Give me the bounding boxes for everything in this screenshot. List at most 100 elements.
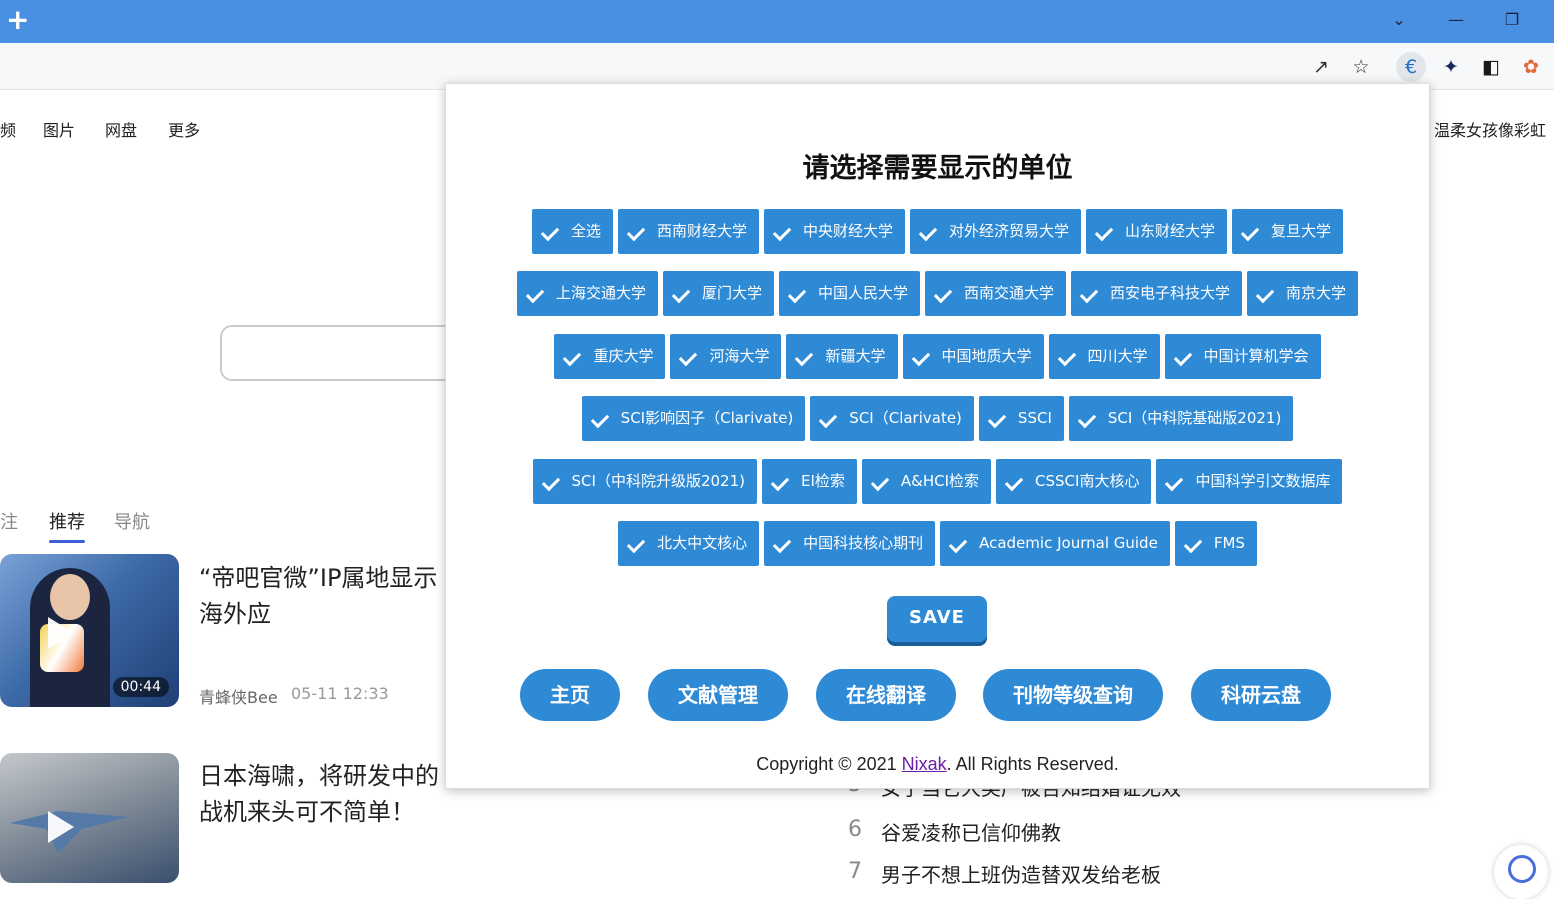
chip-label: 南京大学 [1286,284,1347,302]
feed-headline[interactable]: 日本海啸，将研发中的战机来头可不简单！ [199,758,449,830]
checkmark-icon [673,285,691,303]
unit-checkbox-chip[interactable]: 全选 [531,209,613,254]
unit-checkbox-chip[interactable]: A&HCI检索 [861,459,992,504]
play-icon[interactable] [48,617,74,649]
tab-follow[interactable]: 注 [0,508,18,534]
checkmark-icon [542,223,560,241]
chip-label: 西安电子科技大学 [1110,284,1231,302]
unit-checkbox-chip[interactable]: 山东财经大学 [1086,209,1228,254]
chip-label: 新疆大学 [825,347,886,365]
unit-checkbox-chip[interactable]: 新疆大学 [786,334,898,379]
unit-checkbox-chip[interactable]: SCI（中科院基础版2021) [1068,396,1294,441]
floating-action-button[interactable] [1494,845,1548,899]
chip-row: SCI影响因子（Clarivate) SCI（Clarivate) SSCI SCI（… [446,396,1429,441]
unit-checkbox-chip[interactable]: 北大中文核心 [618,521,760,566]
nav-link-netdisk[interactable]: 网盘 [105,117,137,141]
unit-checkbox-chip[interactable]: 上海交通大学 [516,271,658,316]
research-cloud-button[interactable]: 科研云盘 [1191,669,1331,721]
checkmark-icon [1166,473,1184,491]
chip-row: 北大中文核心 中国科技核心期刊 Academic Journal Guide FMS [446,521,1429,566]
checkmark-icon [628,223,646,241]
checkmark-icon [796,348,814,366]
nav-link-more[interactable]: 更多 [168,117,200,141]
chip-label: A&HCI检索 [900,472,980,490]
feed-author[interactable]: 青蜂侠Bee [199,684,278,708]
save-button[interactable]: SAVE [887,596,987,642]
checkmark-icon [913,348,931,366]
hot-rank-title[interactable]: 谷爱凌称已信仰佛教 [881,817,1061,846]
unit-checkbox-chip[interactable]: 河海大学 [670,334,782,379]
new-tab-button[interactable]: + [6,4,29,36]
checkmark-icon [950,535,968,553]
chip-row: 全选 西南财经大学 中央财经大学 对外经济贸易大学 山东财经大学 复旦大学 [446,209,1429,254]
extension-icon[interactable]: € [1396,52,1426,82]
unit-checkbox-chip[interactable]: 南京大学 [1247,271,1359,316]
online-translate-button[interactable]: 在线翻译 [816,669,956,721]
extension-popup: 请选择需要显示的单位 全选 西南财经大学 中央财经大学 对外经济贸易大学 山东财经大学 复… [445,83,1430,789]
hot-search-link[interactable]: 温柔女孩像彩虹 [1434,117,1546,141]
unit-checkbox-chip[interactable]: 中国科技核心期刊 [764,521,936,566]
checkmark-icon [989,410,1007,428]
checkmark-icon [1242,223,1260,241]
star-icon[interactable]: ☆ [1346,52,1376,82]
chevron-down-icon[interactable]: ⌄ [1384,8,1414,32]
minimize-icon[interactable]: — [1441,8,1471,32]
nav-link-video[interactable]: 频 [0,117,16,141]
unit-checkbox-chip[interactable]: SCI影响因子（Clarivate) [581,396,806,441]
tab-navigation[interactable]: 导航 [114,508,150,534]
profile-icon[interactable]: ✿ [1516,52,1546,82]
chip-label: 山东财经大学 [1125,222,1216,240]
hot-rank-title[interactable]: 男子不想上班伪造替双发给老板 [881,859,1161,888]
video-thumbnail[interactable]: 00:44 [0,554,179,707]
chip-row: SCI（中科院升级版2021) EI检索 A&HCI检索 CSSCI南大核心 中国科学引… [446,459,1429,504]
literature-management-button[interactable]: 文献管理 [648,669,788,721]
unit-checkbox-chip[interactable]: 重庆大学 [554,334,666,379]
unit-checkbox-chip[interactable]: 复旦大学 [1232,209,1344,254]
puzzle-icon[interactable]: ✦ [1436,52,1466,82]
hot-rank-number: 6 [848,817,862,842]
checkmark-icon [1059,348,1077,366]
unit-checkbox-chip[interactable]: SCI（Clarivate) [810,396,974,441]
refresh-icon [1508,855,1536,883]
chip-label: CSSCI南大核心 [1035,472,1140,490]
chip-row: 上海交通大学 厦门大学 中国人民大学 西南交通大学 西安电子科技大学 南京大学 [446,271,1429,316]
unit-checkbox-chip[interactable]: 厦门大学 [662,271,774,316]
nav-link-images[interactable]: 图片 [43,117,75,141]
unit-checkbox-chip[interactable]: EI检索 [761,459,857,504]
feed-headline[interactable]: “帝吧官微”IP属地显示海外应 [199,560,449,632]
home-button[interactable]: 主页 [520,669,620,721]
play-icon[interactable] [48,811,74,843]
chip-label: SSCI [1017,409,1052,427]
checkmark-icon [772,473,790,491]
unit-checkbox-chip[interactable]: CSSCI南大核心 [996,459,1152,504]
chip-label: 中国地质大学 [941,347,1032,365]
unit-checkbox-chip[interactable]: 中国地质大学 [902,334,1044,379]
chip-label: 北大中文核心 [657,534,748,552]
checkmark-icon [592,410,610,428]
nixak-link[interactable]: Nixak [902,754,947,774]
unit-checkbox-chip[interactable]: FMS [1174,521,1257,566]
unit-checkbox-chip[interactable]: 西安电子科技大学 [1071,271,1243,316]
share-icon[interactable]: ↗ [1306,52,1336,82]
chip-label: EI检索 [800,472,845,490]
video-thumbnail[interactable] [0,753,179,883]
restore-icon[interactable]: ❐ [1497,8,1527,32]
unit-checkbox-chip[interactable]: SSCI [978,396,1064,441]
checkmark-icon [1185,535,1203,553]
unit-checkbox-chip[interactable]: 西南交通大学 [925,271,1067,316]
unit-checkbox-chip[interactable]: 对外经济贸易大学 [910,209,1082,254]
unit-checkbox-chip[interactable]: 中国人民大学 [778,271,920,316]
chip-label: 中国计算机学会 [1203,347,1309,365]
unit-checkbox-chip[interactable]: 中国科学引文数据库 [1156,459,1343,504]
unit-checkbox-chip[interactable]: 西南财经大学 [617,209,759,254]
checkmark-icon [527,285,545,303]
chip-label: 上海交通大学 [555,284,646,302]
unit-checkbox-chip[interactable]: 中国计算机学会 [1164,334,1321,379]
unit-checkbox-chip[interactable]: SCI（中科院升级版2021) [532,459,757,504]
unit-checkbox-chip[interactable]: Academic Journal Guide [940,521,1170,566]
journal-rank-query-button[interactable]: 刊物等级查询 [983,669,1163,721]
unit-checkbox-chip[interactable]: 四川大学 [1048,334,1160,379]
sidebar-icon[interactable]: ◧ [1476,52,1506,82]
tab-recommend[interactable]: 推荐 [49,508,85,543]
unit-checkbox-chip[interactable]: 中央财经大学 [763,209,905,254]
